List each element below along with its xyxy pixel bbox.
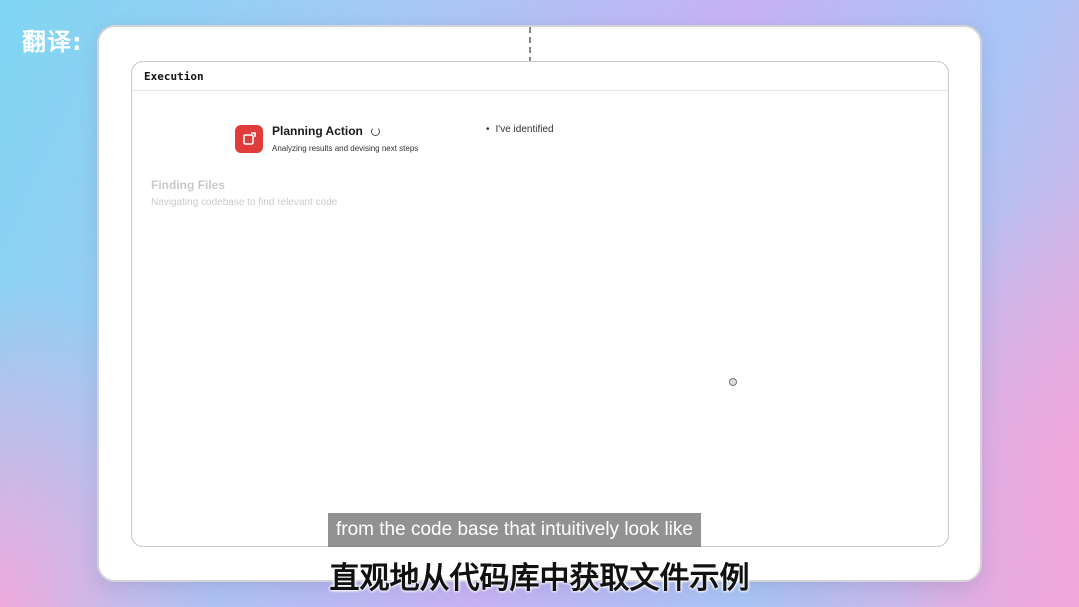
execution-panel: Execution Planning Action Analyzing resu… [131, 61, 949, 547]
english-subtitle: from the code base that intuitively look… [328, 513, 701, 547]
red-app-icon [235, 125, 263, 153]
panel-header: Execution [132, 62, 948, 91]
planning-action-title: Planning Action [272, 124, 363, 138]
chinese-subtitle: 直观地从代码库中获取文件示例 [329, 561, 750, 596]
bullet-dot-icon: • [486, 124, 490, 135]
bullet-item: • I've identified [486, 124, 554, 135]
app-window: Execution Planning Action Analyzing resu… [97, 25, 982, 582]
finding-files-title: Finding Files [151, 178, 225, 192]
planning-action-step[interactable]: Planning Action Analyzing results and de… [235, 124, 418, 153]
bullet-text: I've identified [495, 124, 554, 135]
panel-title: Execution [144, 69, 204, 83]
planning-action-subtitle: Analyzing results and devising next step… [272, 144, 419, 153]
spinner-icon [370, 126, 380, 136]
translation-watermark: 翻译: [22, 28, 83, 56]
finding-files-step: Finding Files Navigating codebase to fin… [151, 178, 337, 208]
top-divider-marks [529, 27, 541, 63]
finding-files-subtitle: Navigating codebase to find relevant cod… [151, 197, 338, 208]
mouse-cursor-icon [729, 378, 737, 386]
